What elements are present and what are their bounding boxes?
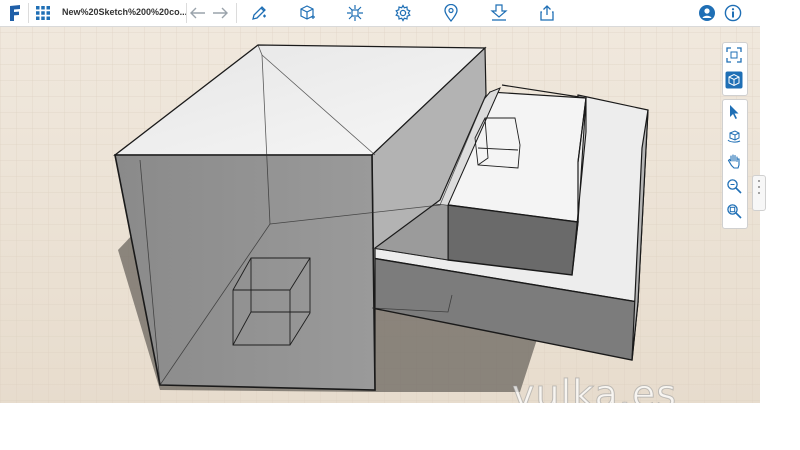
pan-icon[interactable] <box>723 150 745 172</box>
share-icon[interactable] <box>536 0 558 26</box>
undo-icon[interactable] <box>189 0 207 26</box>
page-footer-blank <box>0 403 800 450</box>
zoom-window-icon[interactable] <box>723 200 745 222</box>
orbit-icon[interactable] <box>723 125 745 147</box>
pin-icon[interactable] <box>440 0 462 26</box>
settings-icon[interactable] <box>392 0 414 26</box>
toolbar-divider <box>186 3 187 23</box>
redo-icon[interactable] <box>211 0 229 26</box>
zoom-icon[interactable] <box>723 175 745 197</box>
model-scene[interactable] <box>0 27 760 403</box>
top-toolbar: New%20Sketch%200%20co... <box>0 0 760 27</box>
view-cube-icon[interactable] <box>723 69 745 91</box>
grid-menu-icon[interactable] <box>32 0 54 26</box>
modify-icon[interactable] <box>344 0 366 26</box>
select-icon[interactable] <box>723 101 745 123</box>
main-block-front <box>114 154 376 391</box>
toolbar-divider <box>236 3 237 23</box>
info-icon[interactable] <box>722 0 744 26</box>
document-title[interactable]: New%20Sketch%200%20co... <box>62 7 187 17</box>
panel-collapse-handle[interactable] <box>752 175 766 211</box>
app-logo-icon[interactable] <box>4 0 26 26</box>
create-icon[interactable] <box>296 0 318 26</box>
sketch-icon[interactable] <box>248 0 270 26</box>
download-icon[interactable] <box>488 0 510 26</box>
canvas-viewport[interactable] <box>0 27 760 403</box>
toolbar-divider <box>28 3 29 23</box>
fit-view-icon[interactable] <box>723 44 745 66</box>
account-icon[interactable] <box>696 0 718 26</box>
